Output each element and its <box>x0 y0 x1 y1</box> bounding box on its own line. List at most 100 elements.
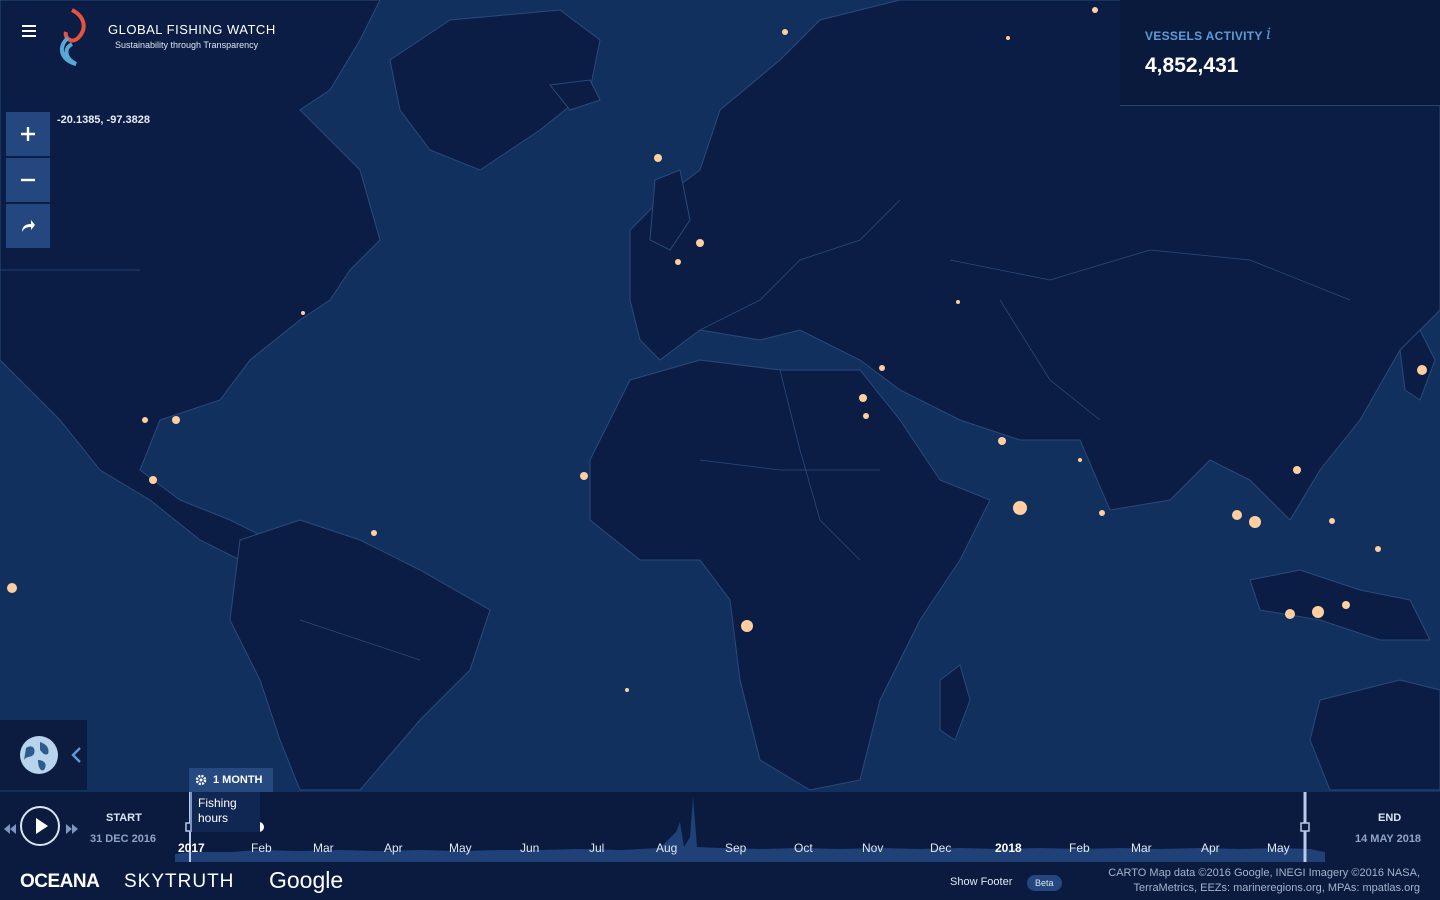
hotspot <box>301 311 305 315</box>
timeline-month-label: Feb <box>251 841 272 855</box>
menu-button[interactable] <box>16 22 42 44</box>
fish-logo-icon <box>59 8 86 66</box>
footer: OCEANA SKYTRUTH Google Show Footer Beta … <box>0 862 1440 900</box>
timeline-month-label: Mar <box>1131 841 1152 855</box>
minus-icon <box>21 178 35 182</box>
timeline-month-label: Apr <box>1201 841 1220 855</box>
credits-line: TerraMetrics, EEZs: marineregions.org, M… <box>1133 882 1421 894</box>
layer-tooltip: Fishing hours <box>190 792 260 832</box>
hotspot <box>1232 510 1242 520</box>
timeline-month-label: Feb <box>1069 841 1090 855</box>
hotspot <box>149 476 157 484</box>
hotspot <box>863 413 869 419</box>
globe-icon <box>20 736 58 774</box>
end-date[interactable]: 14 MAY 2018 <box>1355 833 1421 845</box>
hotspot <box>1013 501 1027 515</box>
hotspot <box>696 239 704 247</box>
map-canvas[interactable] <box>0 0 1440 900</box>
timeline-month-label: Aug <box>656 841 678 855</box>
start-label: START <box>106 812 142 824</box>
hotspot <box>675 259 681 265</box>
hotspot <box>142 417 148 423</box>
playback-controls <box>4 806 84 846</box>
plus-icon <box>21 127 35 141</box>
hotspot <box>1375 546 1381 552</box>
globe-button[interactable] <box>18 734 60 776</box>
timeline-month-label: May <box>449 841 472 855</box>
timeline-month-label: Oct <box>794 841 813 855</box>
vessels-activity-panel: VESSELS ACTIVITY i 4,852,431 <box>1120 0 1440 106</box>
partner-skytruth-logo[interactable]: SKYTRUTH <box>124 871 234 893</box>
hotspot <box>1006 36 1010 40</box>
zoom-out-button[interactable] <box>6 158 50 202</box>
map-credits: CARTO Map data ©2016 Google, INEGI Image… <box>1060 866 1420 896</box>
timeline-month-label: Nov <box>862 841 884 855</box>
hotspot <box>1329 518 1335 524</box>
hotspot <box>998 437 1006 445</box>
gfw-logo <box>54 8 94 66</box>
hotspot <box>1099 510 1105 516</box>
rewind-icon <box>4 824 16 834</box>
info-icon[interactable]: i <box>1266 24 1271 43</box>
period-label: 1 MONTH <box>213 774 263 786</box>
activity-histogram <box>175 797 1325 862</box>
partner-oceana-logo[interactable]: OCEANA <box>20 871 100 893</box>
brand-title: GLOBAL FISHING WATCH <box>108 22 276 37</box>
hotspot <box>7 583 17 593</box>
hotspot <box>172 416 180 424</box>
share-button[interactable] <box>6 204 50 248</box>
zoom-in-button[interactable] <box>6 112 50 156</box>
end-handle-knob[interactable] <box>1300 822 1310 832</box>
credits-line: CARTO Map data ©2016 Google, INEGI Image… <box>1108 867 1420 879</box>
hotspot <box>1342 601 1350 609</box>
hotspot <box>741 620 753 632</box>
timeline-month-label: Jul <box>589 841 605 855</box>
collapse-button[interactable] <box>70 746 82 764</box>
hotspot <box>625 688 629 692</box>
hotspot <box>782 29 788 35</box>
timeline-month-label: 2018 <box>995 841 1022 855</box>
brand-subtitle: Sustainability through Transparency <box>115 40 259 50</box>
timeline-month-label: May <box>1267 841 1290 855</box>
hotspot <box>879 365 885 371</box>
show-footer-link[interactable]: Show Footer <box>950 876 1012 888</box>
world-map[interactable] <box>0 0 1440 900</box>
end-label: END <box>1378 812 1402 824</box>
hotspot <box>1417 365 1427 375</box>
timeline-month-label: Sep <box>725 841 747 855</box>
hotspot <box>1312 606 1324 618</box>
timeline-month-label: Jun <box>520 841 540 855</box>
brand: GLOBAL FISHING WATCH Sustainability thro… <box>108 22 276 50</box>
period-selector[interactable]: 1 MONTH <box>189 768 273 792</box>
vessels-count: 4,852,431 <box>1145 54 1239 77</box>
hotspot <box>956 300 960 304</box>
hotspot <box>1293 466 1301 474</box>
hotspot <box>1285 609 1295 619</box>
hotspot <box>1092 7 1098 13</box>
fast-forward-button[interactable] <box>66 821 78 834</box>
share-arrow-icon <box>22 220 35 232</box>
rewind-button[interactable] <box>4 821 16 834</box>
timeline-month-label: 2017 <box>178 841 205 855</box>
hotspot <box>580 472 588 480</box>
hotspot <box>371 530 377 536</box>
play-icon <box>36 818 48 834</box>
basemap-toggle <box>0 720 87 790</box>
hotspot <box>1249 516 1261 528</box>
hotspot <box>654 154 662 162</box>
partner-google-logo[interactable]: Google <box>269 867 343 894</box>
timeline-month-label: Apr <box>384 841 403 855</box>
vessels-activity-label: VESSELS ACTIVITY <box>1145 29 1263 43</box>
start-date[interactable]: 31 DEC 2016 <box>90 833 156 845</box>
timeline-month-label: Dec <box>930 841 952 855</box>
fast-forward-icon <box>66 824 78 834</box>
timeline-month-label: Mar <box>313 841 334 855</box>
map-coordinates: -20.1385, -97.3828 <box>57 114 150 126</box>
fishing-hours-label: Fishing hours <box>198 796 237 825</box>
chevron-left-icon <box>71 747 81 763</box>
app-root: GLOBAL FISHING WATCH Sustainability thro… <box>0 0 1440 900</box>
play-button[interactable] <box>20 806 60 846</box>
beta-badge: Beta <box>1027 875 1062 891</box>
gear-icon <box>195 774 207 786</box>
hotspot <box>1078 458 1082 462</box>
